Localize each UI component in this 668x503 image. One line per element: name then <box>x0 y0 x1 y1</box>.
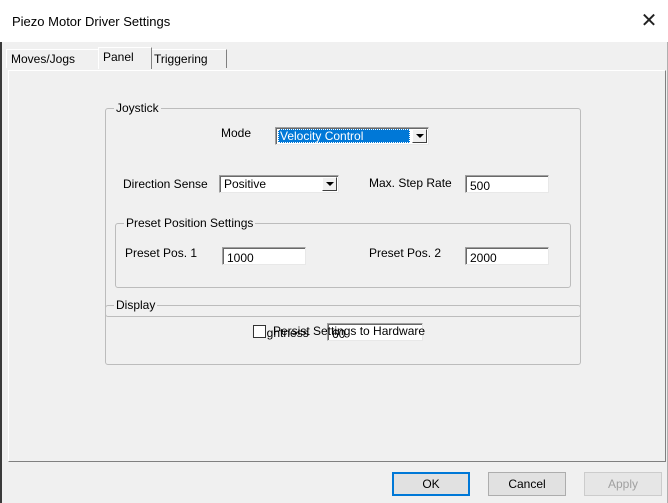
preset-pos-2-field[interactable]: 2000 <box>465 247 549 265</box>
tab-moves-jogs[interactable]: Moves/Jogs <box>6 49 100 68</box>
max-step-rate-field[interactable]: 500 <box>465 175 549 193</box>
mode-label: Mode <box>221 126 252 140</box>
persist-settings-label: Persist Settings to Hardware <box>273 324 426 338</box>
window-left-edge <box>0 42 2 503</box>
tab-triggering[interactable]: Triggering <box>149 49 227 68</box>
display-group-label: Display <box>116 298 156 312</box>
ok-button[interactable]: OK <box>392 472 470 496</box>
preset-pos-1-value: 1000 <box>227 251 254 265</box>
tab-panel[interactable]: Panel <box>98 47 152 69</box>
title-bar: Piezo Motor Driver Settings ✕ <box>0 0 668 42</box>
chevron-down-icon[interactable] <box>322 177 337 191</box>
mode-dropdown[interactable]: Velocity Control <box>275 127 429 145</box>
direction-sense-value: Positive <box>224 177 267 191</box>
preset-pos-2-label: Preset Pos. 2 <box>369 246 442 260</box>
chevron-down-icon[interactable] <box>412 129 427 143</box>
settings-dialog: Piezo Motor Driver Settings ✕ Moves/Jogs… <box>0 0 668 503</box>
max-step-rate-label: Max. Step Rate <box>369 176 452 190</box>
preset-pos-2-value: 2000 <box>470 251 497 265</box>
mode-selected-value: Velocity Control <box>278 129 410 143</box>
direction-sense-dropdown[interactable]: Positive <box>219 175 339 193</box>
direction-sense-label: Direction Sense <box>123 177 208 191</box>
window-title: Piezo Motor Driver Settings <box>12 14 171 29</box>
panel-tab-content: Joystick Mode Velocity Control Direction… <box>8 70 666 462</box>
persist-settings-checkbox[interactable] <box>253 325 266 338</box>
preset-pos-1-label: Preset Pos. 1 <box>125 246 198 260</box>
apply-button[interactable]: Apply <box>584 472 662 496</box>
preset-position-group-label: Preset Position Settings <box>126 216 254 230</box>
close-icon[interactable]: ✕ <box>634 6 664 36</box>
joystick-group-label: Joystick <box>116 101 159 115</box>
cancel-button[interactable]: Cancel <box>488 472 566 496</box>
preset-pos-1-field[interactable]: 1000 <box>222 247 306 265</box>
max-step-rate-value: 500 <box>470 179 491 193</box>
